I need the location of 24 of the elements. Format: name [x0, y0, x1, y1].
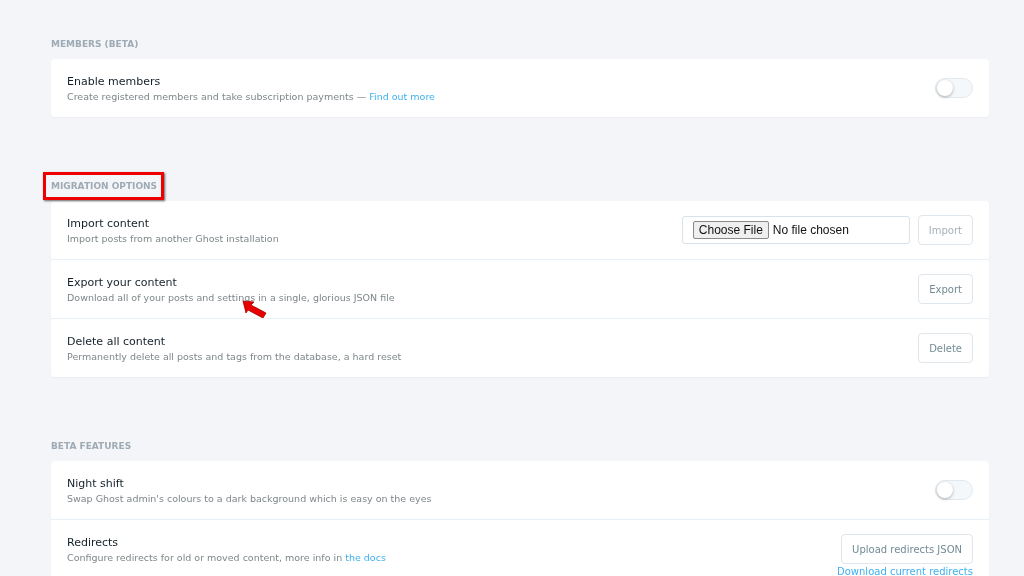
setting-title: Night shift [67, 476, 125, 490]
toggle-switch[interactable] [935, 78, 973, 98]
section-heading: MEMBERS (BETA) [51, 38, 139, 51]
setting-title: Export your content [67, 275, 178, 289]
section-heading: BETA FEATURES [51, 440, 132, 453]
setting-description: Download all of your posts and settings in a single, glorious JSON file [67, 291, 395, 303]
setting-title: Delete all content [67, 334, 167, 348]
docs-link[interactable]: Find out more [369, 90, 435, 102]
setting-description: Swap Ghost admin's colours to a dark background which is easy on the eyes [67, 492, 432, 504]
setting-title: Import content [67, 216, 151, 230]
file-status: No file chosen [772, 223, 849, 237]
setting-description: Configure redirects for old or moved content, more info in the docs [67, 551, 386, 563]
action-button[interactable]: Export [918, 274, 973, 304]
setting-description: Permanently delete all posts and tags from the database, a hard reset [67, 350, 402, 362]
setting-title: Enable members [67, 74, 162, 88]
docs-link[interactable]: the docs [345, 551, 386, 563]
action-button[interactable]: Delete [918, 333, 973, 363]
section-heading: MIGRATION OPTIONS [51, 180, 158, 193]
setting-title: Redirects [67, 535, 120, 549]
toggle-switch[interactable] [935, 480, 973, 500]
setting-description: Create registered members and take subscription payments — Find out more [67, 90, 435, 102]
download-link[interactable]: Download current redirects [837, 566, 973, 576]
upload-button[interactable]: Upload redirects JSON [841, 534, 973, 564]
setting-description: Import posts from another Ghost installation [67, 232, 279, 244]
